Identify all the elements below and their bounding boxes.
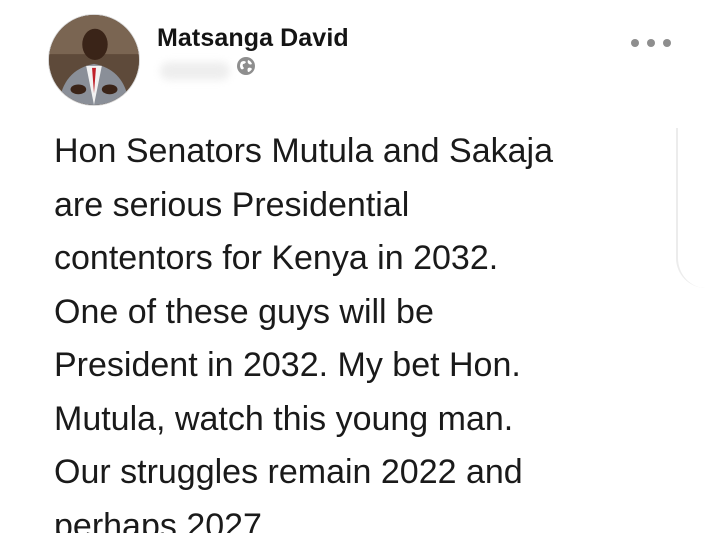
globe-icon xyxy=(236,56,256,76)
adjacent-card-edge xyxy=(676,128,716,288)
post-text-line: One of these guys will be xyxy=(54,292,434,331)
more-dot xyxy=(631,39,639,47)
post-text-line: contentors for Kenya in 2032. xyxy=(54,239,499,277)
post-text-line: are serious Presidential xyxy=(54,185,410,224)
post-text-line: Our struggles remain 2022 and xyxy=(54,453,523,491)
post-text-line: President in 2032. My bet Hon. xyxy=(54,346,521,384)
author-name[interactable]: Matsanga David xyxy=(157,24,349,53)
post-card: Matsanga David Hon Senators Mutula and S… xyxy=(0,0,718,533)
post-text-line: Mutula, watch this young man. xyxy=(54,399,514,438)
more-dot xyxy=(663,39,671,47)
more-dot xyxy=(647,39,655,47)
post-meta xyxy=(160,56,256,86)
more-options-icon[interactable] xyxy=(631,36,671,50)
avatar-photo xyxy=(49,15,139,105)
avatar[interactable] xyxy=(48,14,140,106)
post-text: Hon Senators Mutula and Sakaja are serio… xyxy=(54,125,654,533)
post-text-line: Hon Senators Mutula and Sakaja xyxy=(54,132,553,170)
post-text-line: perhaps 2027. xyxy=(54,506,272,533)
timestamp-redacted xyxy=(160,62,230,80)
